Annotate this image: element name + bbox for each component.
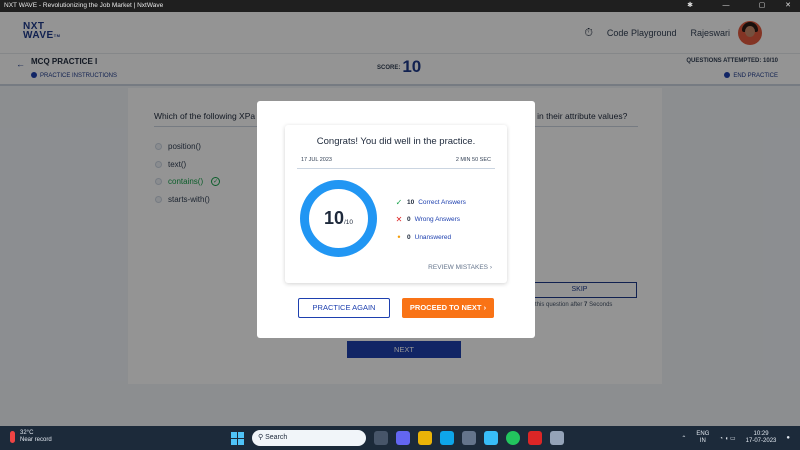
mcafee-icon[interactable] — [528, 431, 542, 445]
minimize-icon[interactable]: — — [716, 0, 736, 12]
stat-count: 10 — [407, 199, 415, 206]
stat-label: Correct Answers — [418, 199, 466, 206]
weather-note: Near record — [20, 437, 52, 443]
stat-count: 0 — [407, 216, 411, 223]
result-total: /10 — [343, 219, 354, 226]
search-label: Search — [265, 434, 288, 441]
thermometer-icon — [10, 431, 15, 443]
stat-count: 0 — [407, 233, 411, 241]
weather-temp: 32°C — [20, 430, 34, 436]
clock-date: 17-07-2023 — [745, 438, 777, 444]
check-icon: ✓ — [395, 198, 403, 207]
review-mistakes-label: REVIEW MISTAKES — [428, 264, 489, 271]
extensions-icon[interactable]: ✱ — [680, 0, 700, 12]
vscode-icon[interactable] — [550, 431, 564, 445]
stat-unanswered: • 0 Unanswered — [395, 232, 451, 242]
browser-title: NXT WAVE - Revolutionizing the Job Marke… — [4, 2, 164, 9]
stat-label: Unanswered — [414, 233, 452, 241]
proceed-label: PROCEED TO NEXT — [409, 303, 482, 312]
search-icon: ⚲ — [258, 434, 264, 441]
result-date: 17 JUL 2023 — [301, 157, 332, 163]
chrome-icon[interactable] — [506, 431, 520, 445]
clock-time: 10:29 — [753, 431, 769, 437]
close-icon[interactable]: ✕ — [778, 0, 798, 12]
result-divider — [297, 168, 495, 169]
chevron-right-icon: › — [483, 303, 487, 312]
file-explorer-icon[interactable] — [418, 431, 432, 445]
edge-icon[interactable] — [440, 431, 454, 445]
app-icon[interactable] — [484, 431, 498, 445]
chevron-up-icon[interactable]: ⌃ — [681, 435, 686, 442]
stat-label: Wrong Answers — [414, 216, 461, 223]
result-score: 10 — [323, 208, 344, 228]
cross-icon: ✕ — [395, 215, 403, 224]
windows-start-icon[interactable] — [231, 431, 244, 445]
dot-icon: • — [397, 232, 401, 242]
task-view-icon[interactable] — [374, 431, 388, 445]
practice-again-button[interactable]: PRACTICE AGAIN — [298, 298, 390, 318]
score-ring: 10/10 — [300, 180, 377, 257]
clock[interactable]: 10:29 17-07-2023 — [746, 431, 777, 445]
result-duration: 2 MIN 50 SEC — [455, 157, 491, 163]
lang-line-1: ENG — [696, 431, 710, 437]
result-modal: Congrats! You did well in the practice. … — [257, 101, 535, 338]
store-icon[interactable] — [462, 431, 476, 445]
lang-line-2: IN — [699, 438, 706, 444]
review-mistakes-link[interactable]: REVIEW MISTAKES › — [428, 264, 492, 271]
proceed-to-next-button[interactable]: PROCEED TO NEXT › — [402, 298, 494, 318]
system-tray: ⌃ ENG IN ◔ ◖ ▭ 10:29 17-07-2023 ● — [681, 429, 790, 447]
congrats-message: Congrats! You did well in the practice. — [316, 136, 476, 147]
stat-correct: ✓ 10 Correct Answers — [395, 198, 466, 207]
notification-icon[interactable]: ● — [786, 435, 790, 441]
taskbar-search[interactable]: ⚲ Search — [252, 430, 366, 446]
chevron-right-icon: › — [489, 264, 492, 271]
weather-widget[interactable]: 32°C Near record — [10, 430, 52, 444]
chat-icon[interactable] — [396, 431, 410, 445]
maximize-icon[interactable]: ▢ — [752, 0, 772, 12]
result-card: Congrats! You did well in the practice. … — [285, 125, 507, 283]
wifi-volume-battery-icons[interactable]: ◔ ◖ ▭ — [719, 435, 735, 442]
stat-wrong: ✕ 0 Wrong Answers — [395, 215, 460, 224]
language-indicator[interactable]: ENG IN — [696, 431, 709, 445]
taskbar: 32°C Near record ⚲ Search ⌃ ENG IN ◔ ◖ ▭ 1… — [0, 426, 800, 450]
browser-title-bar: NXT WAVE - Revolutionizing the Job Marke… — [0, 0, 800, 12]
